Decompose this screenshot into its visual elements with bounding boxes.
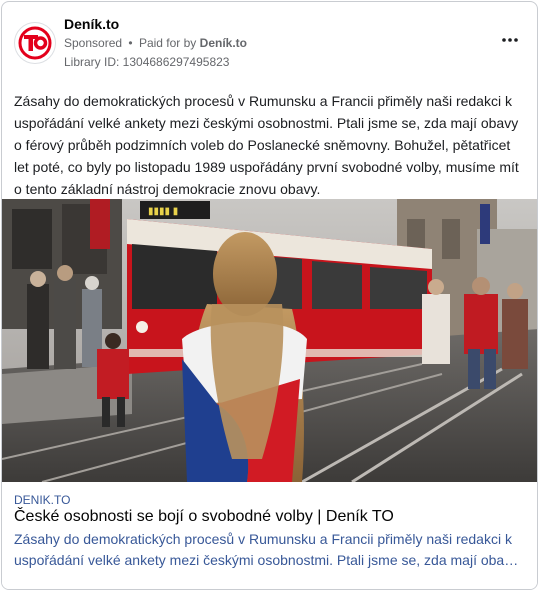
link-domain: DENIK.TO [14,493,71,507]
svg-text:▮▮▮▮ ▮: ▮▮▮▮ ▮ [148,206,178,217]
sponsored-meta: Sponsored • Paid for by Deník.to [64,36,247,50]
link-title[interactable]: České osobnosti se bojí o svobodné volby… [14,508,394,526]
page-name-link[interactable]: Deník.to [64,16,119,32]
sponsored-post-card: Deník.to Sponsored • Paid for by Deník.t… [1,1,538,590]
library-id: Library ID: 1304686297495823 [64,55,230,69]
sponsored-label: Sponsored [64,36,123,50]
link-description: Zásahy do demokratických procesů v Rumun… [14,531,519,568]
post-header: Deník.to Sponsored • Paid for by Deník.t… [2,2,537,82]
ad-image[interactable]: ▮▮▮▮ ▮ [2,199,537,482]
more-options-button[interactable] [497,30,523,50]
street-photo: ▮▮▮▮ ▮ [2,199,537,482]
page-avatar[interactable] [14,22,56,64]
paid-for-by-label: Paid for by [138,36,197,50]
paid-for-by-name[interactable]: Deník.to [200,36,247,50]
meta-separator: • [128,36,133,50]
link-preview[interactable]: DENIK.TO České osobnosti se bojí o svobo… [2,482,537,589]
post-body-text: Zásahy do demokratických procesů v Rumun… [14,93,519,197]
more-horizontal-icon [502,38,518,42]
denik-to-logo-icon [18,26,52,60]
